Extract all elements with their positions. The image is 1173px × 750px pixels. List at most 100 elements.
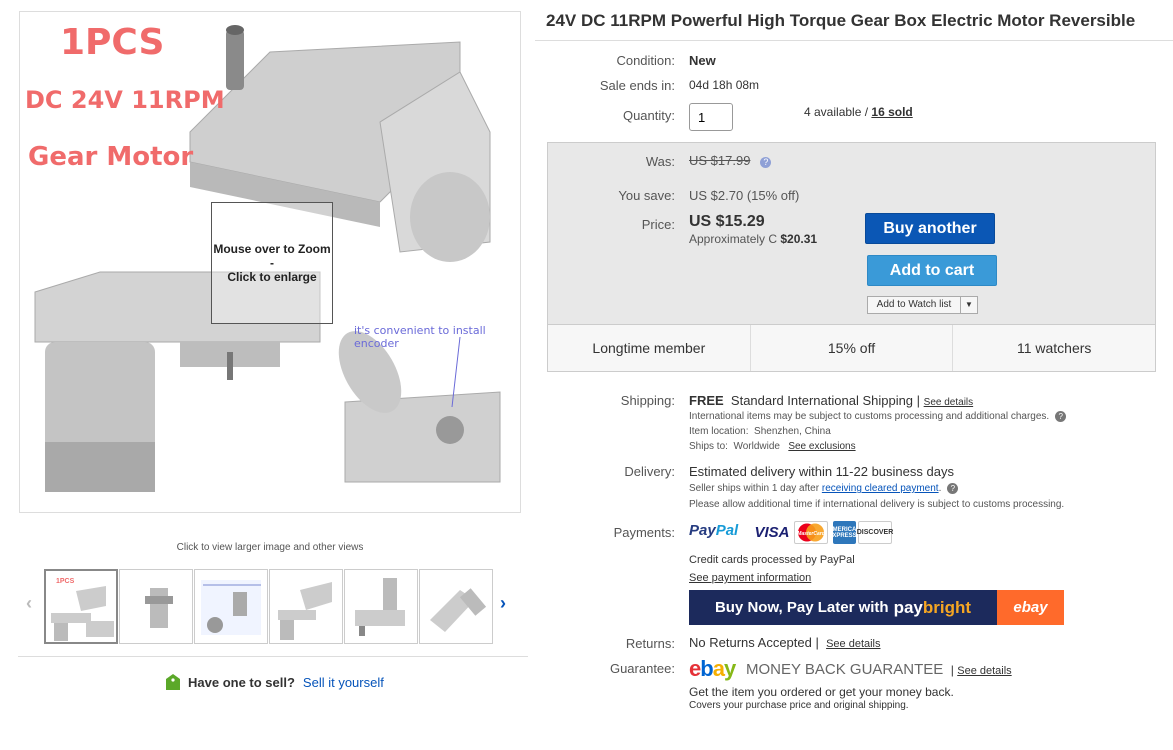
encoder-note: it's convenient to install encoder [354, 324, 486, 350]
thumbnail-prev-arrow[interactable]: ‹ [26, 593, 32, 614]
info-icon[interactable]: ? [760, 157, 772, 168]
paybright-banner-text: Buy Now, Pay Later with paybright [689, 590, 997, 625]
buy-another-button[interactable]: Buy another [865, 213, 995, 244]
sell-it-yourself-link[interactable]: Sell it yourself [303, 675, 384, 690]
money-back-guarantee: MONEY BACK GUARANTEE | See details [746, 661, 1012, 678]
thumbnail-strip: ‹ 1PCS › [18, 565, 528, 657]
banner-ebay-logo: ebay [997, 590, 1064, 625]
overlay-gear-motor: Gear Motor [28, 142, 194, 172]
paybright-banner[interactable]: Buy Now, Pay Later with paybright ebay [689, 590, 1064, 625]
ebay-logo-a: a [712, 656, 725, 681]
zoom-hint: Mouse over to Zoom [213, 242, 331, 256]
shipping-value: FREE Standard International Shipping | S… [689, 393, 974, 408]
customs-note-text: International items may be subject to cu… [689, 411, 1050, 422]
paybright-logo-a: pay [893, 597, 923, 617]
approx-price: Approximately C $20.31 [689, 232, 817, 246]
condition-value: New [689, 53, 716, 68]
guarantee-line-1: Get the item you ordered or get your mon… [689, 685, 954, 699]
enlarge-hint: Click to enlarge [227, 270, 317, 284]
stat-discount: 15% off [751, 325, 954, 371]
customs-note: International items may be subject to cu… [689, 411, 1067, 422]
returns-value: No Returns Accepted | See details [689, 635, 881, 650]
delivery-note-2: Please allow additional time if internat… [689, 499, 1065, 510]
availability: 4 available / 16 sold [804, 105, 913, 119]
paybright-logo-b: bright [922, 597, 972, 617]
paypal-logo-a: Pay [689, 522, 716, 539]
payment-info-link-wrap: See payment information [689, 572, 811, 584]
main-product-image[interactable]: 1PCS DC 24V 11RPM Gear Motor it's conven… [19, 11, 521, 513]
title-divider [535, 40, 1173, 41]
help-icon[interactable]: ? [1055, 411, 1067, 422]
seller-stats: Longtime member 15% off 11 watchers [548, 324, 1155, 371]
shipping-free: FREE [689, 393, 724, 408]
available-count: 4 available [804, 105, 862, 119]
price-label: Price: [641, 217, 675, 232]
quantity-label: Quantity: [622, 108, 675, 123]
item-location-label: Item location: [689, 426, 749, 437]
visa-logo: VISA [754, 524, 790, 541]
delivery-note-1: Seller ships within 1 day after receivin… [689, 483, 959, 494]
thumbnail-next-arrow[interactable]: › [500, 593, 506, 614]
ebay-logo: ebay [689, 656, 736, 682]
listing-page: 1PCS DC 24V 11RPM Gear Motor it's conven… [0, 0, 1173, 750]
stat-watchers: 11 watchers [1016, 340, 1092, 356]
sell-question: Have one to sell? [188, 674, 295, 690]
thumbnail[interactable] [269, 569, 343, 644]
paypal-logo: PayPal [689, 522, 738, 539]
mbg-text: MONEY BACK GUARANTEE [746, 661, 944, 678]
stat-member: Longtime member [548, 325, 751, 371]
thumbnail[interactable] [119, 569, 193, 644]
shipping-see-details-link[interactable]: See details [924, 397, 973, 408]
sold-count-link[interactable]: 16 sold [871, 105, 912, 119]
zoom-lens[interactable]: Mouse over to Zoom - Click to enlarge [211, 202, 333, 324]
delivery-label: Delivery: [624, 464, 675, 479]
shipping-method: Standard International Shipping [730, 393, 914, 408]
item-location-value: Shenzhen, China [754, 426, 831, 437]
thumbnail[interactable] [344, 569, 418, 644]
overlay-quantity: 1PCS [60, 22, 165, 63]
sale-ends-value: 04d 18h 08m [689, 78, 760, 92]
zoom-hint-sep: - [270, 256, 274, 270]
returns-text: No Returns Accepted [689, 635, 812, 650]
you-save-label: You save: [618, 188, 675, 203]
delivery-estimate: Estimated delivery within 11-22 business… [689, 464, 954, 479]
guarantee-label: Guarantee: [609, 661, 675, 676]
thumbnail[interactable]: 1PCS [44, 569, 118, 644]
thumbnail[interactable] [194, 569, 268, 644]
mastercard-logo: MasterCard [794, 521, 828, 544]
see-exclusions-link[interactable]: See exclusions [788, 441, 855, 452]
discover-logo: DISCOVER [857, 521, 893, 544]
paypal-logo-b: Pal [715, 522, 739, 539]
amex-logo: AMERICAN EXPRESS [828, 521, 861, 544]
svg-text:1PCS: 1PCS [56, 578, 75, 585]
ships-to: Ships to: Worldwide See exclusions [689, 441, 856, 452]
chevron-down-icon[interactable]: ▼ [961, 297, 977, 313]
approx-value: $20.31 [780, 232, 818, 246]
overlay-spec: DC 24V 11RPM [25, 86, 225, 114]
mastercard-text: MasterCard [797, 531, 825, 537]
cleared-payment-link[interactable]: receiving cleared payment [822, 483, 939, 494]
ebay-logo-y: y [723, 656, 736, 681]
quantity-input[interactable] [689, 103, 733, 131]
shipping-label: Shipping: [620, 393, 675, 408]
delivery-note-prefix: Seller ships within 1 day after [689, 483, 820, 494]
returns-see-details-link[interactable]: See details [826, 638, 880, 650]
watch-list-button[interactable]: Add to Watch list ▼ [867, 296, 978, 314]
guarantee-line-2: Covers your purchase price and original … [689, 700, 909, 711]
paybright-logo: paybright [894, 598, 971, 618]
availability-separator: / [861, 105, 872, 119]
watch-list-label[interactable]: Add to Watch list [868, 297, 961, 313]
image-caption: Click to view larger image and other vie… [176, 542, 364, 553]
was-price: US $17.99? [689, 153, 772, 168]
add-to-cart-button[interactable]: Add to cart [867, 255, 997, 286]
guarantee-see-details-link[interactable]: See details [957, 665, 1011, 677]
payment-info-link[interactable]: See payment information [689, 572, 811, 584]
you-save-value: US $2.70 (15% off) [689, 188, 800, 203]
payments-label: Payments: [613, 525, 675, 540]
sell-prompt: Have one to sell? Sell it yourself [166, 674, 384, 690]
was-value: US $17.99 [689, 153, 751, 168]
help-icon[interactable]: ? [947, 483, 959, 494]
ebay-logo-e: e [689, 656, 701, 681]
thumbnail[interactable] [419, 569, 493, 644]
mastercard-icon: MasterCard [797, 523, 826, 542]
